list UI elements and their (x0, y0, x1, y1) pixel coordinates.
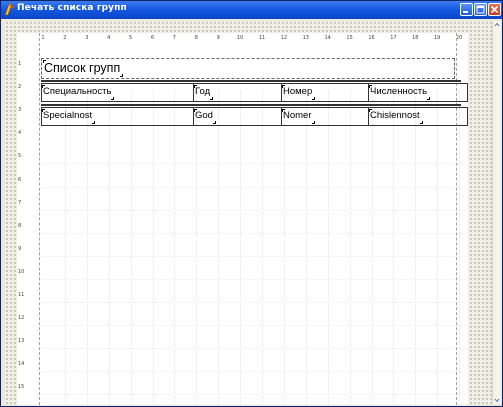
ruler-mark: 11 (258, 35, 266, 41)
title-bar[interactable]: Печать списка групп (1, 1, 502, 19)
grid-line (86, 91, 88, 405)
grid-line (218, 91, 220, 405)
ruler-mark: 4 (107, 35, 111, 41)
left-margin-line (39, 33, 40, 405)
report-page: 1 2 3 4 5 6 7 8 9 10 11 12 13 14 15 16 17 18 19 20 12345678… (17, 33, 468, 405)
ruler-mark: 12 (280, 35, 288, 41)
scroll-up-icon[interactable] (493, 21, 501, 29)
report-title[interactable]: Список групп (42, 60, 124, 77)
grid-line (152, 91, 154, 405)
header-band-top-rule (41, 80, 461, 82)
grid-line (41, 209, 467, 211)
close-icon (490, 5, 499, 14)
field-specialnost[interactable]: Specialnost (42, 109, 96, 124)
ruler-mark: 16 (368, 35, 375, 41)
ruler-mark: 13 (302, 35, 309, 41)
grid-line (371, 91, 373, 405)
field-god[interactable]: God (194, 109, 216, 124)
vertical-scrollbar[interactable] (492, 21, 501, 404)
minimize-button[interactable] (460, 3, 473, 16)
report-preview-window: Печать списка групп 1 2 3 4 5 6 7 8 9 10 11 12 13 14 1… (0, 0, 503, 407)
header-specialty[interactable]: Специальность (42, 85, 115, 100)
ruler-mark: 5 (18, 153, 22, 160)
ruler-mark: 14 (324, 35, 331, 41)
maximize-icon (476, 5, 485, 14)
ruler-mark: 19 (434, 35, 441, 41)
grid-line (41, 302, 467, 303)
grid-line (283, 91, 285, 405)
grid-line (437, 91, 439, 405)
grid-line (41, 186, 467, 188)
ruler-mark: 4 (18, 130, 22, 137)
maximize-button[interactable] (474, 3, 487, 16)
ruler-mark: 15 (18, 384, 25, 391)
grid-line (130, 91, 132, 405)
ruler-mark: 9 (216, 35, 220, 41)
ruler-mark: 9 (18, 245, 22, 252)
grid-line (41, 163, 467, 165)
ruler-mark: 7 (18, 199, 22, 206)
grid-line (41, 278, 467, 280)
close-button[interactable] (488, 3, 501, 16)
grid-line (349, 91, 351, 405)
grid-line (41, 232, 467, 234)
window-title: Печать списка групп (17, 3, 127, 13)
grid-line (305, 91, 307, 405)
ruler-mark: 8 (194, 35, 198, 41)
ruler-mark: 13 (18, 338, 25, 345)
header-cell-count[interactable]: Численность (368, 83, 468, 102)
header-count[interactable]: Численность (369, 85, 431, 100)
ruler-mark: 8 (18, 222, 22, 229)
grid-line (262, 91, 264, 405)
ruler-mark: 10 (18, 268, 25, 275)
ruler-mark: 2 (63, 35, 67, 41)
grid-line (41, 255, 467, 257)
header-number[interactable]: Номер (282, 85, 316, 100)
detail-cell-specialty[interactable]: Specialnost (41, 107, 194, 126)
ruler-mark: 1 (41, 35, 45, 41)
detail-cell-count[interactable]: Chislennost (368, 107, 468, 126)
header-cell-year[interactable]: Год (193, 83, 282, 102)
ruler-mark: 6 (150, 35, 155, 41)
grid-line (41, 371, 467, 373)
header-cell-specialty[interactable]: Специальность (41, 83, 194, 102)
ruler-mark: 5 (129, 35, 133, 41)
ruler-mark: 3 (85, 35, 89, 41)
grid-line (41, 348, 467, 350)
detail-cell-year[interactable]: God (193, 107, 282, 126)
field-nomer[interactable]: Nomer (282, 109, 314, 124)
ruler-mark: 17 (390, 35, 397, 41)
grid-line (415, 91, 417, 405)
ruler-mark: 1 (18, 61, 22, 67)
grid-line (327, 91, 329, 405)
grid-line (393, 91, 395, 405)
header-cell-number[interactable]: Номер (281, 83, 369, 102)
grid-line (64, 91, 66, 405)
field-chislennost[interactable]: Chislennost (369, 109, 423, 124)
ruler-mark: 11 (18, 292, 25, 298)
grid-line (459, 91, 461, 405)
ruler-mark: 12 (18, 315, 25, 322)
ruler-mark: 10 (236, 35, 244, 41)
detail-cell-number[interactable]: Nomer (281, 107, 369, 126)
header-year[interactable]: Год (194, 85, 214, 100)
grid-line (174, 91, 176, 405)
grid-line (240, 91, 242, 405)
ruler-mark: 14 (18, 361, 25, 368)
ruler-mark: 2 (18, 84, 22, 91)
delphi-app-icon (4, 3, 14, 16)
scroll-down-icon[interactable] (493, 396, 501, 404)
grid-line (41, 394, 467, 396)
ruler-mark: 7 (172, 35, 176, 41)
minimize-icon (463, 11, 468, 13)
title-band[interactable]: Список групп (41, 58, 455, 79)
ruler-mark: 3 (18, 107, 22, 114)
detail-band-top-rule (41, 104, 461, 106)
ruler-mark: 6 (18, 176, 22, 183)
ruler-mark: 18 (412, 35, 419, 41)
grid-line (41, 325, 467, 327)
grid-line (108, 91, 110, 405)
ruler-mark: 15 (346, 35, 353, 41)
grid-line (196, 91, 198, 405)
